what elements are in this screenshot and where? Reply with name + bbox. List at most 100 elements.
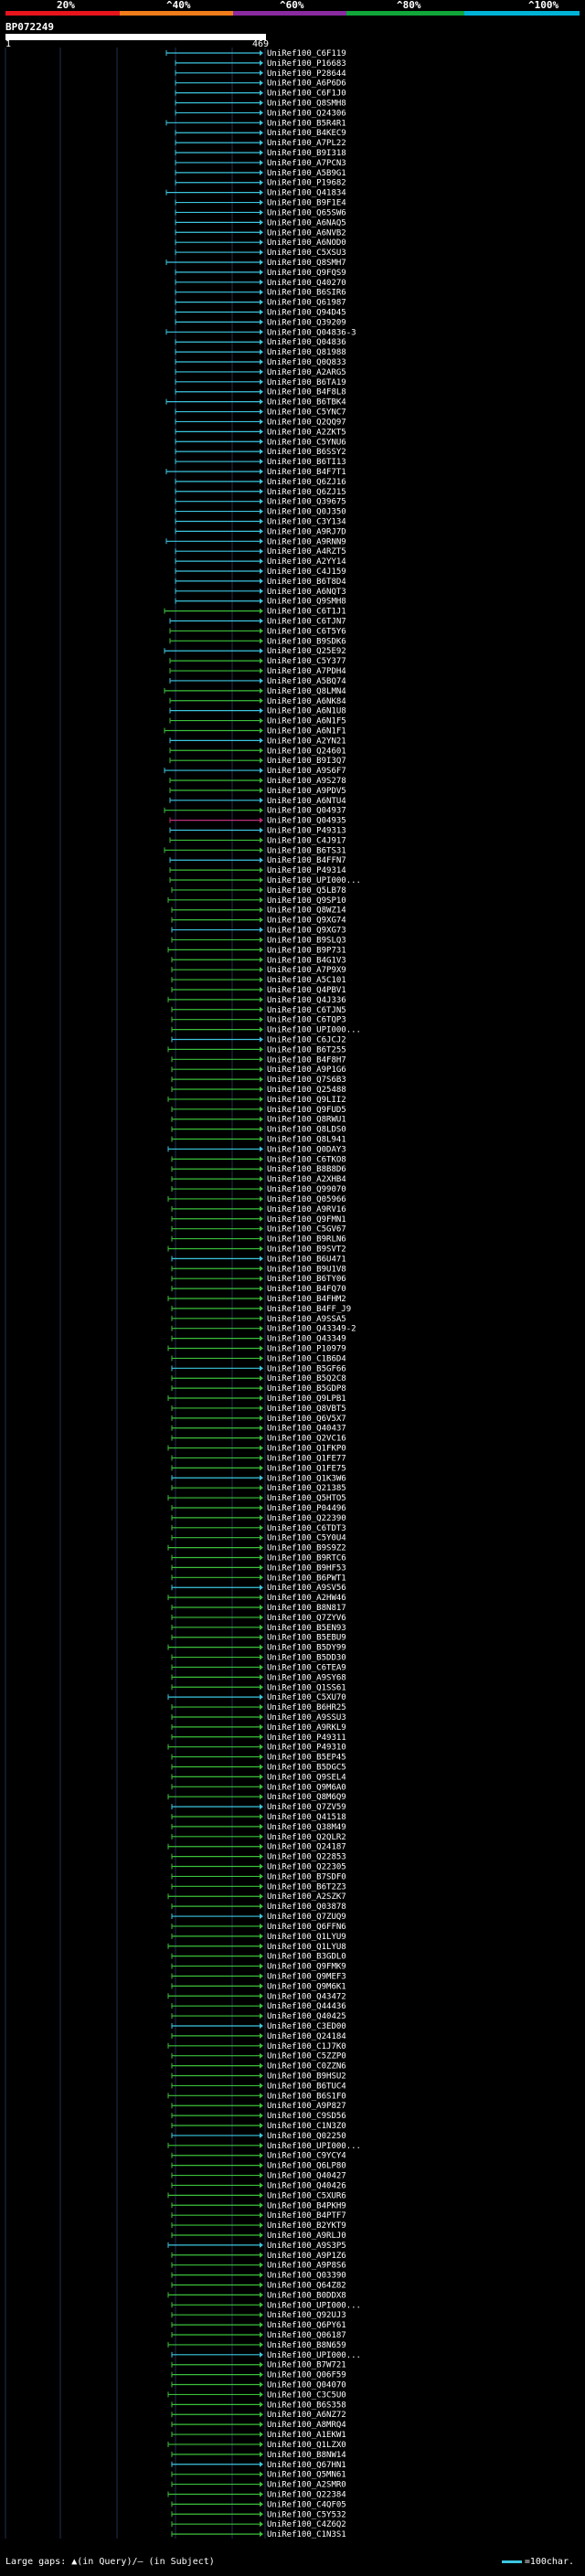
hit-row[interactable]: UniRef100_Q40427 [171, 2172, 346, 2181]
hit-id-label[interactable]: UniRef100_Q24601 [267, 747, 346, 756]
hit-row[interactable]: UniRef100_Q0Q833 [175, 358, 346, 367]
hit-id-label[interactable]: UniRef100_Q44436 [267, 2002, 346, 2011]
hit-id-label[interactable]: UniRef100_A6NQT3 [267, 588, 346, 597]
hit-row[interactable]: UniRef100_C6TJN7 [169, 618, 346, 627]
hit-id-label[interactable]: UniRef100_Q8SMH8 [267, 100, 346, 109]
hit-id-label[interactable]: UniRef100_P49310 [267, 1744, 346, 1753]
hit-id-label[interactable]: UniRef100_Q02250 [267, 2132, 346, 2141]
hit-row[interactable]: UniRef100_C3C5U0 [167, 2390, 346, 2400]
hit-id-label[interactable]: UniRef100_B7W721 [267, 2361, 346, 2370]
hit-row[interactable]: UniRef100_Q9SEL4 [171, 1773, 346, 1782]
hit-id-label[interactable]: UniRef100_Q8M6Q9 [267, 1793, 346, 1802]
hit-id-label[interactable]: UniRef100_A5B9G1 [267, 169, 346, 178]
hit-row[interactable]: UniRef100_C6TEA9 [171, 1663, 346, 1672]
hit-row[interactable]: UniRef100_Q6LP80 [171, 2162, 346, 2171]
hit-id-label[interactable]: UniRef100_Q8LMN4 [267, 687, 346, 696]
hit-row[interactable]: UniRef100_B4FHM2 [167, 1295, 346, 1304]
hit-id-label[interactable]: UniRef100_Q65SW6 [267, 208, 346, 217]
hit-row[interactable]: UniRef100_C4J159 [175, 567, 346, 577]
hit-id-label[interactable]: UniRef100_A6NZ72 [267, 2411, 346, 2420]
hit-row[interactable]: UniRef100_Q40426 [171, 2181, 346, 2190]
hit-row[interactable]: UniRef100_Q06187 [171, 2331, 346, 2340]
hit-row[interactable]: UniRef100_B5EP45 [171, 1754, 346, 1763]
hit-row[interactable]: UniRef100_Q6ZJ15 [175, 488, 346, 497]
hit-id-label[interactable]: UniRef100_C1B6D4 [267, 1354, 346, 1363]
hit-id-label[interactable]: UniRef100_A6N1F5 [267, 717, 346, 726]
hit-row[interactable]: UniRef100_C6F119 [165, 49, 346, 58]
hit-row[interactable]: UniRef100_C6JCJ2 [171, 1035, 346, 1044]
hit-id-label[interactable]: UniRef100_Q6ZJ16 [267, 478, 346, 487]
hit-row[interactable]: UniRef100_A2ARG5 [175, 368, 346, 377]
hit-row[interactable]: UniRef100_A7PCN3 [175, 159, 346, 168]
hit-id-label[interactable]: UniRef100_Q9SEL4 [267, 1773, 346, 1782]
hit-id-label[interactable]: UniRef100_Q9FMK9 [267, 1963, 346, 1972]
hit-id-label[interactable]: UniRef100_Q2VC16 [267, 1435, 346, 1444]
hit-id-label[interactable]: UniRef100_A1EKW1 [267, 2431, 346, 2440]
hit-row[interactable]: UniRef100_A9SV56 [171, 1584, 346, 1593]
hit-id-label[interactable]: UniRef100_C6TKO8 [267, 1155, 346, 1164]
hit-row[interactable]: UniRef100_Q5LB78 [171, 886, 346, 896]
hit-id-label[interactable]: UniRef100_B6PWT1 [267, 1574, 346, 1583]
hit-id-label[interactable]: UniRef100_UPI000... [267, 1026, 361, 1035]
hit-id-label[interactable]: UniRef100_C5Y0U4 [267, 1534, 346, 1543]
hit-id-label[interactable]: UniRef100_C4J159 [267, 567, 346, 577]
hit-id-label[interactable]: UniRef100_B4FFN7 [267, 856, 346, 865]
hit-id-label[interactable]: UniRef100_Q22390 [267, 1514, 346, 1523]
hit-id-label[interactable]: UniRef100_C6TEA9 [267, 1663, 346, 1672]
hit-row[interactable]: UniRef100_Q24187 [167, 1843, 346, 1852]
hit-id-label[interactable]: UniRef100_A9RNN9 [267, 537, 346, 546]
hit-row[interactable]: UniRef100_A9SY68 [171, 1673, 346, 1682]
hit-row[interactable]: UniRef100_Q9M6K1 [171, 1982, 346, 1991]
hit-id-label[interactable]: UniRef100_A6N1U8 [267, 707, 346, 716]
hit-id-label[interactable]: UniRef100_Q1LZX0 [267, 2441, 346, 2450]
hit-id-label[interactable]: UniRef100_A6P6D6 [267, 80, 346, 89]
hit-row[interactable]: UniRef100_Q1LYU9 [171, 1933, 346, 1942]
hit-row[interactable]: UniRef100_B6S358 [171, 2401, 346, 2410]
hit-row[interactable]: UniRef100_Q8VBT5 [171, 1405, 346, 1414]
hit-id-label[interactable]: UniRef100_B4F8L8 [267, 388, 346, 398]
hit-id-label[interactable]: UniRef100_Q06F59 [267, 2371, 346, 2380]
hit-row[interactable]: UniRef100_A9RNN9 [165, 537, 346, 546]
hit-id-label[interactable]: UniRef100_Q39209 [267, 318, 346, 327]
hit-id-label[interactable]: UniRef100_Q9LII2 [267, 1096, 346, 1105]
hit-row[interactable]: UniRef100_A9P1G6 [171, 1065, 346, 1075]
hit-row[interactable]: UniRef100_Q21385 [171, 1484, 346, 1493]
hit-id-label[interactable]: UniRef100_C6TJN7 [267, 618, 346, 627]
hit-id-label[interactable]: UniRef100_C1N3S1 [267, 2530, 346, 2539]
hit-id-label[interactable]: UniRef100_B6TA19 [267, 378, 346, 387]
hit-id-label[interactable]: UniRef100_C5YNC7 [267, 408, 346, 418]
hit-id-label[interactable]: UniRef100_A2ZKT5 [267, 428, 346, 437]
hit-id-label[interactable]: UniRef100_UPI000... [267, 2351, 361, 2360]
hit-row[interactable]: UniRef100_Q67HN1 [171, 2461, 346, 2470]
hit-id-label[interactable]: UniRef100_Q9FUD5 [267, 1106, 346, 1115]
hit-id-label[interactable]: UniRef100_A9RJ7D [267, 527, 346, 536]
hit-row[interactable]: UniRef100_UPI000... [167, 2142, 361, 2151]
hit-id-label[interactable]: UniRef100_Q81988 [267, 348, 346, 357]
hit-row[interactable]: UniRef100_Q9FQS9 [175, 269, 346, 278]
hit-id-label[interactable]: UniRef100_B5DD30 [267, 1654, 346, 1663]
hit-id-label[interactable]: UniRef100_C5ZZP0 [267, 2052, 346, 2062]
hit-id-label[interactable]: UniRef100_Q06187 [267, 2331, 346, 2340]
hit-id-label[interactable]: UniRef100_B5R4R1 [267, 119, 346, 128]
hit-row[interactable]: UniRef100_A4RZT5 [175, 547, 346, 557]
hit-row[interactable]: UniRef100_Q94D45 [175, 309, 346, 318]
hit-row[interactable]: UniRef100_Q22384 [167, 2490, 346, 2499]
hit-id-label[interactable]: UniRef100_A9S6F7 [267, 767, 346, 776]
hit-id-label[interactable]: UniRef100_Q9SP10 [267, 896, 346, 906]
hit-row[interactable]: UniRef100_A6NZ72 [171, 2411, 346, 2420]
hit-row[interactable]: UniRef100_Q22305 [171, 1863, 346, 1872]
hit-id-label[interactable]: UniRef100_Q04836 [267, 338, 346, 347]
hit-id-label[interactable]: UniRef100_B6S1F0 [267, 2092, 346, 2101]
hit-row[interactable]: UniRef100_Q9XG73 [171, 927, 346, 936]
hit-row[interactable]: UniRef100_C4J917 [169, 836, 346, 845]
hit-row[interactable]: UniRef100_Q7S6B3 [171, 1076, 346, 1085]
hit-id-label[interactable]: UniRef100_C6JCJ2 [267, 1035, 346, 1044]
hit-row[interactable]: UniRef100_Q6FFN6 [171, 1923, 346, 1932]
hit-row[interactable]: UniRef100_Q2QQ97 [175, 418, 346, 427]
hit-id-label[interactable]: UniRef100_B7SDF0 [267, 1872, 346, 1882]
hit-row[interactable]: UniRef100_Q9FMN1 [171, 1215, 346, 1224]
hit-row[interactable]: UniRef100_Q04836-3 [165, 328, 356, 337]
hit-row[interactable]: UniRef100_A2XHB4 [171, 1175, 346, 1184]
hit-id-label[interactable]: UniRef100_Q92UJ3 [267, 2311, 346, 2320]
hit-id-label[interactable]: UniRef100_Q5MN61 [267, 2471, 346, 2480]
